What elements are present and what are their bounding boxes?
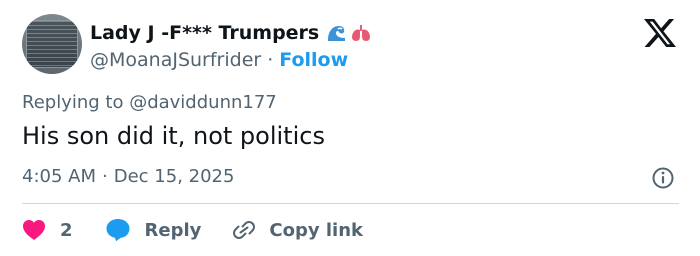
reply-button[interactable]: Reply [105, 218, 202, 242]
timestamp-separator: · [102, 166, 108, 187]
like-count: 2 [60, 219, 73, 241]
author-handle[interactable]: @MoanaJSurfrider [90, 49, 261, 71]
x-logo-icon[interactable] [644, 18, 676, 48]
wave-emoji-icon [325, 23, 347, 43]
speech-bubble-icon[interactable] [105, 218, 131, 242]
like-button[interactable]: 2 [22, 219, 73, 241]
tweet-text: His son did it, not politics [22, 122, 325, 150]
tweet-timestamp[interactable]: 4:05 AM · Dec 15, 2025 [22, 166, 234, 187]
tweet-actions: 2 Reply Copy link [22, 216, 363, 244]
embedded-tweet-card: Lady J -F*** Trumpers @MoanaJSurfrider ·… [0, 0, 700, 256]
info-icon[interactable] [651, 166, 675, 190]
replying-to-label[interactable]: Replying to @daviddunn177 [22, 92, 277, 113]
lungs-emoji-icon [350, 23, 372, 43]
copy-link-button[interactable]: Copy link [231, 218, 363, 242]
divider [22, 203, 679, 204]
tweet-date[interactable]: Dec 15, 2025 [114, 166, 235, 187]
author-display-name[interactable]: Lady J -F*** Trumpers [90, 22, 319, 44]
copy-link-label: Copy link [269, 219, 363, 241]
tweet-time[interactable]: 4:05 AM [22, 166, 96, 187]
link-icon[interactable] [231, 218, 257, 242]
avatar[interactable] [22, 14, 82, 74]
handle-separator: · [267, 49, 274, 71]
author-handle-row: @MoanaJSurfrider · Follow [90, 47, 348, 73]
heart-icon[interactable] [22, 219, 46, 241]
avatar-plaque-image [26, 20, 78, 68]
author-name-row: Lady J -F*** Trumpers [90, 20, 372, 46]
follow-button[interactable]: Follow [279, 49, 348, 71]
reply-label: Reply [144, 219, 202, 241]
